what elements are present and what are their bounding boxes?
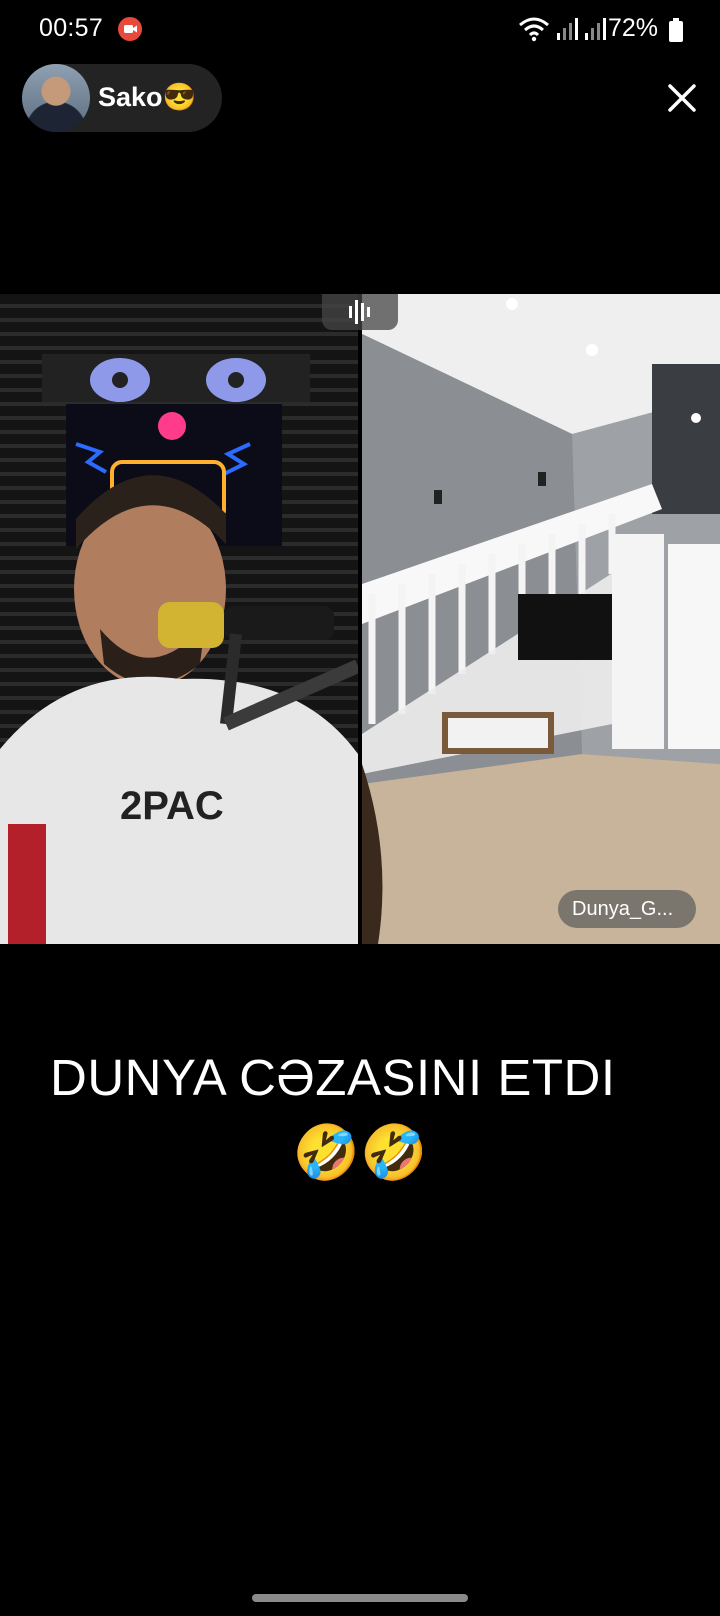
- close-button[interactable]: [662, 78, 702, 118]
- status-bar: 00:57 72%: [0, 0, 720, 60]
- screen-record-icon: [118, 17, 142, 41]
- svg-text:2PAC: 2PAC: [120, 784, 224, 828]
- host-video-feed: 2PAC: [0, 294, 358, 944]
- audio-indicator: [322, 294, 398, 330]
- guest-name: Dunya_G...: [572, 898, 674, 920]
- status-time: 00:57: [39, 14, 104, 42]
- close-icon: [668, 84, 696, 112]
- caption-emoji: 🤣🤣: [292, 1123, 428, 1183]
- host-profile-pill[interactable]: Sako😎: [22, 64, 222, 132]
- status-icons: 72%: [500, 14, 720, 44]
- signal-icon: [557, 18, 578, 40]
- audio-waveform-icon: [349, 300, 370, 324]
- signal-icon: [585, 18, 606, 40]
- home-indicator[interactable]: [252, 1594, 468, 1602]
- guest-name-label[interactable]: Dunya_G...: [558, 890, 696, 928]
- host-name: Sako😎: [98, 82, 197, 112]
- wifi-icon: [519, 17, 549, 42]
- battery-percent: 72%: [608, 14, 659, 42]
- live-video-area: 2PAC: [0, 294, 720, 944]
- guest-video-feed: [362, 294, 720, 944]
- caption-text: DUNYA CƏZASINI ETDI: [50, 1049, 616, 1106]
- avatar[interactable]: [22, 64, 90, 132]
- battery-icon: [669, 18, 683, 42]
